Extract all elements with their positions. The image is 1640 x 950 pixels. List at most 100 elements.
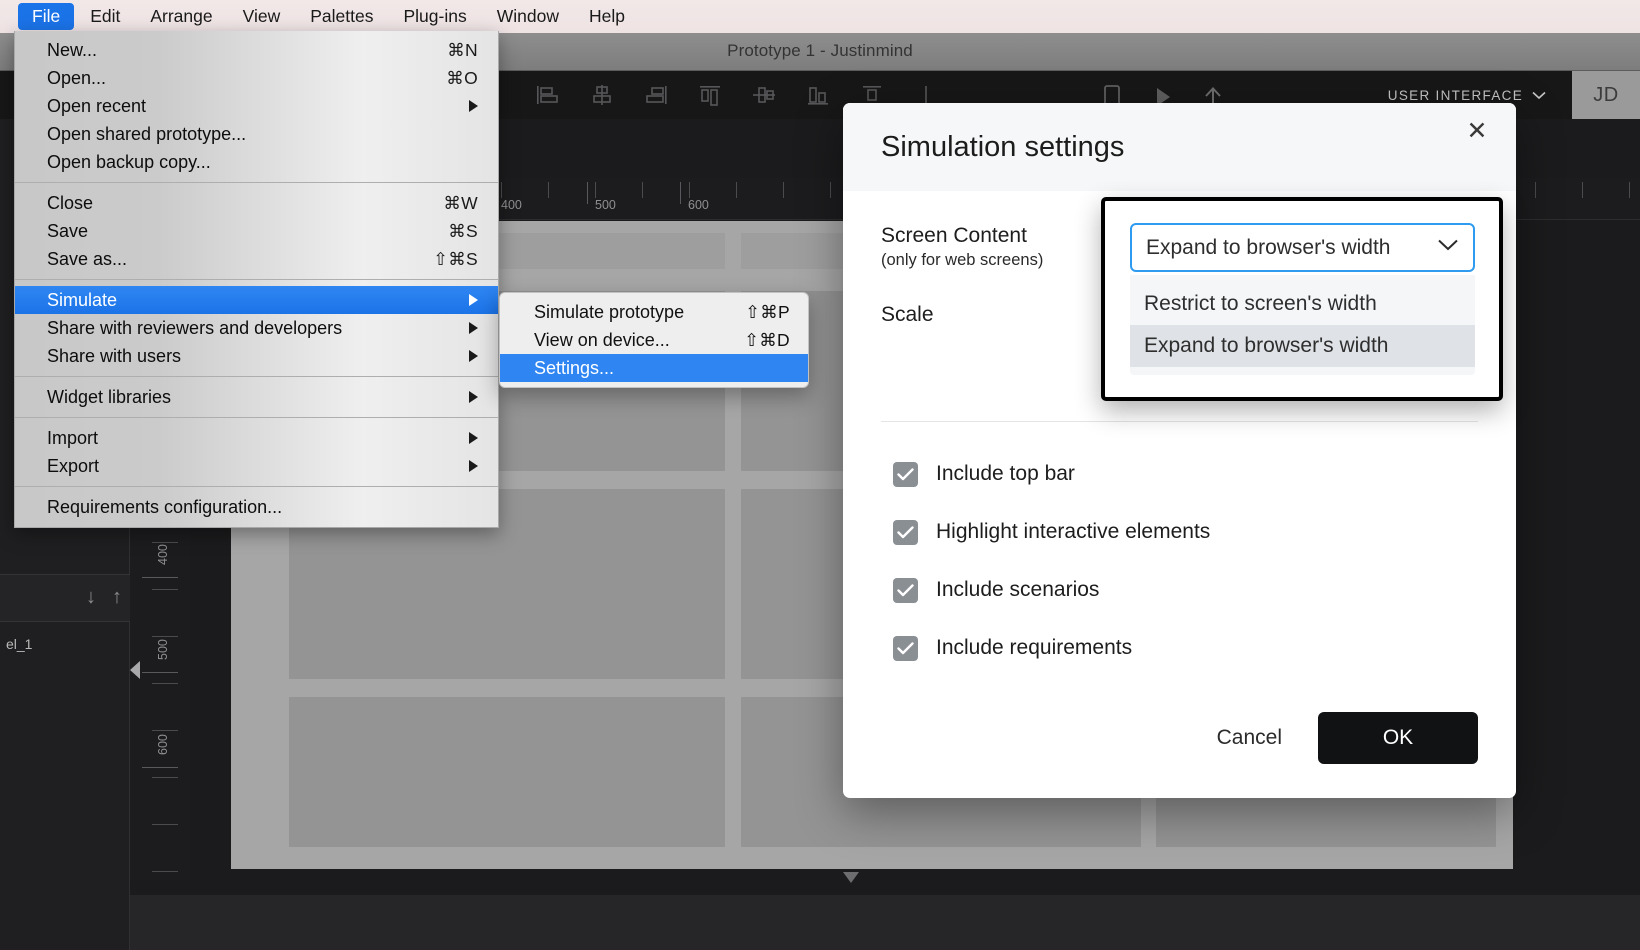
menu-item-shortcut: ⌘W: [443, 192, 478, 213]
submenu-arrow-icon: [469, 460, 478, 472]
checkbox-row-highlight-interactive-elements[interactable]: Highlight interactive elements: [893, 519, 1478, 545]
dropdown-option-expand-to-browser-s-width[interactable]: Expand to browser's width: [1130, 325, 1475, 367]
close-icon[interactable]: ✕: [1464, 118, 1490, 144]
align-right-icon[interactable]: [643, 84, 669, 106]
submenu-item-label: Settings...: [534, 357, 615, 378]
options-checkbox-group: Include top bar Highlight interactive ele…: [881, 461, 1478, 661]
canvas-block[interactable]: [289, 697, 725, 847]
file-menu-item-save[interactable]: Save ⌘S: [15, 217, 498, 245]
menu-item-label: Save: [47, 220, 89, 241]
menu-item-label: Save as...: [47, 248, 128, 269]
align-center-vertical-icon[interactable]: [751, 84, 777, 106]
scale-label-group: Scale: [881, 302, 1131, 328]
ruler-tick-minor: [1535, 182, 1536, 198]
menu-item-label: Open shared prototype...: [47, 123, 247, 144]
ruler-label: 500: [595, 198, 616, 212]
checkbox-label: Highlight interactive elements: [936, 520, 1211, 543]
dialog-header: Simulation settings ✕: [843, 103, 1516, 191]
ruler-label: 600: [156, 734, 170, 755]
screen-content-dropdown-focus-frame: Expand to browser's width Restrict to sc…: [1101, 197, 1503, 401]
screen-content-selected-value: Expand to browser's width: [1146, 235, 1391, 259]
submenu-arrow-icon: [469, 100, 478, 112]
menubar-item-window[interactable]: Window: [483, 3, 573, 30]
submenu-item-shortcut: ⇧⌘D: [744, 329, 790, 350]
menubar-item-view[interactable]: View: [229, 3, 295, 30]
align-left-icon[interactable]: [535, 84, 561, 106]
ruler-tick-minor: [595, 182, 596, 198]
scroll-down-icon[interactable]: [843, 872, 859, 883]
menubar-item-file[interactable]: File: [18, 3, 75, 30]
file-menu-item-new[interactable]: New... ⌘N: [15, 36, 498, 64]
ruler-tick-minor: [152, 589, 178, 590]
menubar-item-arrange[interactable]: Arrange: [136, 3, 226, 30]
view-mode-switcher[interactable]: USER INTERFACE: [1388, 88, 1546, 103]
checkbox-checked-icon[interactable]: [893, 635, 918, 661]
file-menu-item-open-recent[interactable]: Open recent: [15, 92, 498, 120]
ruler-tick-minor: [152, 871, 178, 872]
align-bottom-icon[interactable]: [805, 84, 831, 106]
menubar-item-help[interactable]: Help: [575, 3, 639, 30]
submenu-arrow-icon: [469, 432, 478, 444]
move-up-icon[interactable]: ↑: [112, 586, 122, 609]
menu-item-label: New...: [47, 39, 98, 60]
ruler-tick: [142, 672, 178, 673]
file-menu-item-share-with-users[interactable]: Share with users: [15, 342, 498, 370]
simulate-submenu-item-simulate-prototype[interactable]: Simulate prototype ⇧⌘P: [500, 298, 808, 326]
file-menu-item-widget-libraries[interactable]: Widget libraries: [15, 383, 498, 411]
checkbox-row-include-scenarios[interactable]: Include scenarios: [893, 577, 1478, 603]
cancel-button[interactable]: Cancel: [1217, 726, 1282, 750]
align-top-icon[interactable]: [697, 84, 723, 106]
ruler-tick-minor: [152, 683, 178, 684]
menu-item-label: Import: [47, 427, 99, 448]
file-menu-item-close[interactable]: Close ⌘W: [15, 189, 498, 217]
file-menu-item-requirements-configuration[interactable]: Requirements configuration...: [15, 493, 498, 521]
menubar-item-label: Edit: [90, 6, 121, 26]
checkbox-checked-icon[interactable]: [893, 577, 918, 603]
ruler-tick: [680, 182, 681, 204]
screen-content-label: Screen Content: [881, 224, 1027, 247]
menubar-item-plug-ins[interactable]: Plug-ins: [389, 3, 480, 30]
collapse-panel-arrow-icon[interactable]: [130, 661, 140, 679]
ruler-tick: [142, 577, 178, 578]
ruler-label: 600: [688, 198, 709, 212]
menubar-item-edit[interactable]: Edit: [76, 3, 134, 30]
simulate-submenu[interactable]: Simulate prototype ⇧⌘P View on device... ⇧⌘…: [499, 292, 809, 388]
menu-separator: [15, 376, 498, 377]
file-menu-item-export[interactable]: Export: [15, 452, 498, 480]
ok-button[interactable]: OK: [1318, 712, 1478, 764]
left-panel-item[interactable]: el_1: [6, 636, 32, 652]
menu-bar: File Edit Arrange View Palettes Plug-ins Windo…: [0, 0, 1640, 33]
checkbox-row-include-requirements[interactable]: Include requirements: [893, 635, 1478, 661]
checkbox-checked-icon[interactable]: [893, 461, 918, 487]
screen-content-select[interactable]: Expand to browser's width: [1130, 223, 1475, 272]
menu-item-label: Open...: [47, 67, 107, 88]
dropdown-option-restrict-to-screen-s-width[interactable]: Restrict to screen's width: [1130, 283, 1475, 325]
menu-item-shortcut: ⇧⌘S: [433, 248, 478, 269]
dropdown-option-label: Expand to browser's width: [1144, 334, 1389, 357]
checkbox-checked-icon[interactable]: [893, 519, 918, 545]
dialog-title: Simulation settings: [881, 130, 1125, 163]
menubar-item-palettes[interactable]: Palettes: [296, 3, 387, 30]
left-panel-order-controls: ↓ ↑: [86, 586, 122, 609]
align-center-horizontal-icon[interactable]: [589, 84, 615, 106]
menubar-item-label: Plug-ins: [403, 6, 467, 26]
screen-content-option-list[interactable]: Restrict to screen's width Expand to brow…: [1130, 275, 1475, 375]
file-menu-item-import[interactable]: Import: [15, 424, 498, 452]
simulate-submenu-item-view-on-device[interactable]: View on device... ⇧⌘D: [500, 326, 808, 354]
ruler-tick-minor: [152, 730, 178, 731]
file-menu-item-open-backup-copy[interactable]: Open backup copy...: [15, 148, 498, 176]
file-menu-item-save-as[interactable]: Save as... ⇧⌘S: [15, 245, 498, 273]
ruler-label: 500: [156, 639, 170, 660]
checkbox-row-include-top-bar[interactable]: Include top bar: [893, 461, 1478, 487]
file-menu-item-share-with-reviewers-and-developers[interactable]: Share with reviewers and developers: [15, 314, 498, 342]
file-menu-item-simulate[interactable]: Simulate: [15, 286, 498, 314]
file-menu-item-open-shared-prototype[interactable]: Open shared prototype...: [15, 120, 498, 148]
submenu-arrow-icon: [469, 294, 478, 306]
simulate-submenu-item-settings[interactable]: Settings...: [500, 354, 808, 382]
menu-separator: [15, 279, 498, 280]
avatar[interactable]: JD: [1572, 71, 1640, 119]
file-menu[interactable]: New... ⌘N Open... ⌘O Open recent Open shared …: [14, 31, 499, 528]
ruler-tick-minor: [642, 182, 643, 198]
file-menu-item-open[interactable]: Open... ⌘O: [15, 64, 498, 92]
move-down-icon[interactable]: ↓: [86, 586, 96, 609]
